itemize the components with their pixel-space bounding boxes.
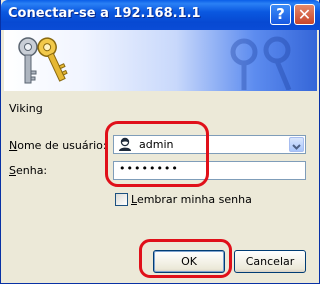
username-combobox[interactable]: admin (113, 135, 306, 154)
password-label: Senha: (9, 164, 48, 177)
keys-icon (18, 37, 68, 84)
cancel-button[interactable]: Cancelar (234, 250, 306, 273)
remember-label[interactable]: Lembrar minha senha (131, 193, 252, 206)
ok-button[interactable]: OK (153, 250, 225, 273)
chevron-down-icon (292, 144, 301, 150)
username-value: admin (139, 138, 174, 151)
user-icon (119, 137, 131, 151)
password-value: •••••••• (119, 162, 179, 175)
dropdown-button[interactable] (289, 137, 304, 152)
password-input[interactable]: •••••••• (113, 161, 306, 180)
banner (4, 30, 317, 91)
help-button[interactable]: ? (270, 4, 291, 25)
window-title: Conectar-se a 192.168.1.1 (8, 6, 201, 21)
close-button[interactable]: ✕ (294, 4, 315, 25)
login-dialog: Conectar-se a 192.168.1.1 ? ✕ Viking Nom… (0, 0, 320, 284)
keys-watermark-icon (230, 36, 292, 90)
realm-text: Viking (9, 102, 43, 115)
username-label: Nome de usuário: (9, 139, 107, 152)
remember-checkbox[interactable] (115, 193, 128, 206)
title-bar[interactable]: Conectar-se a 192.168.1.1 ? ✕ (1, 0, 320, 30)
